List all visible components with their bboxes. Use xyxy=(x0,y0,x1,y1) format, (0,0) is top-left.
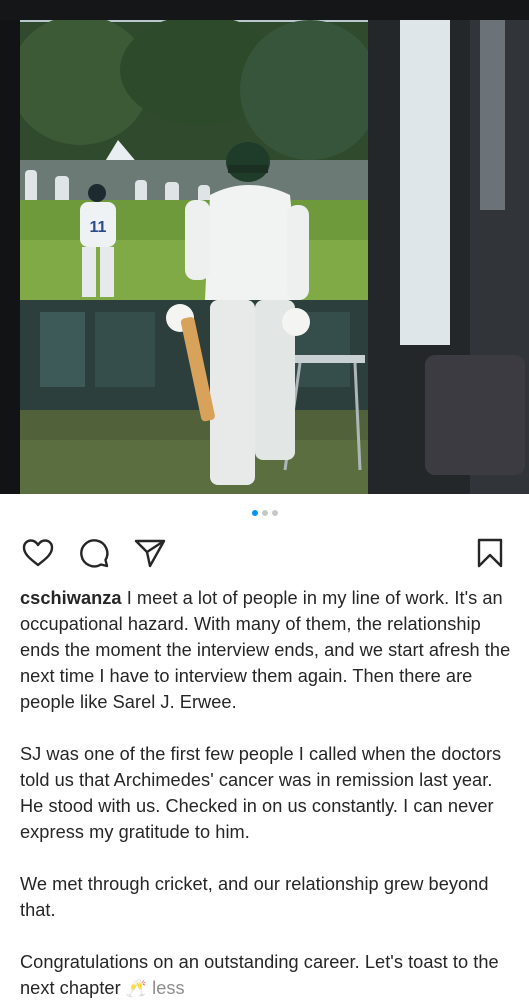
caption-paragraph: cschiwanza I meet a lot of people in my … xyxy=(20,585,512,715)
comment-icon xyxy=(80,539,109,568)
carousel-dot-active xyxy=(251,510,258,516)
save-button[interactable] xyxy=(472,535,508,571)
comment-button[interactable] xyxy=(76,535,112,571)
caption-username[interactable]: cschiwanza xyxy=(20,588,122,608)
caption-text: Congratulations on an outstanding career… xyxy=(20,952,499,998)
caption-paragraph: SJ was one of the first few people I cal… xyxy=(20,744,502,842)
caption-paragraph: We met through cricket, and our relation… xyxy=(20,874,489,920)
post-caption: cschiwanza I meet a lot of people in my … xyxy=(20,585,512,1002)
clinking-glasses-emoji: 🥂 xyxy=(125,979,148,999)
bookmark-icon xyxy=(477,538,503,568)
send-icon xyxy=(134,539,166,568)
shirt-number: 11 xyxy=(90,219,107,236)
cricket-photo: 11 xyxy=(0,0,529,494)
caption-paragraph: Congratulations on an outstanding career… xyxy=(20,949,512,1002)
carousel-indicator xyxy=(0,510,529,516)
carousel-dot xyxy=(271,510,278,516)
carousel-dot xyxy=(261,510,268,516)
less-link[interactable]: less xyxy=(152,978,185,998)
post-actions xyxy=(20,535,510,571)
heart-icon xyxy=(22,539,54,567)
post-image[interactable]: 11 xyxy=(0,0,529,494)
like-button[interactable] xyxy=(20,535,56,571)
share-button[interactable] xyxy=(132,535,168,571)
